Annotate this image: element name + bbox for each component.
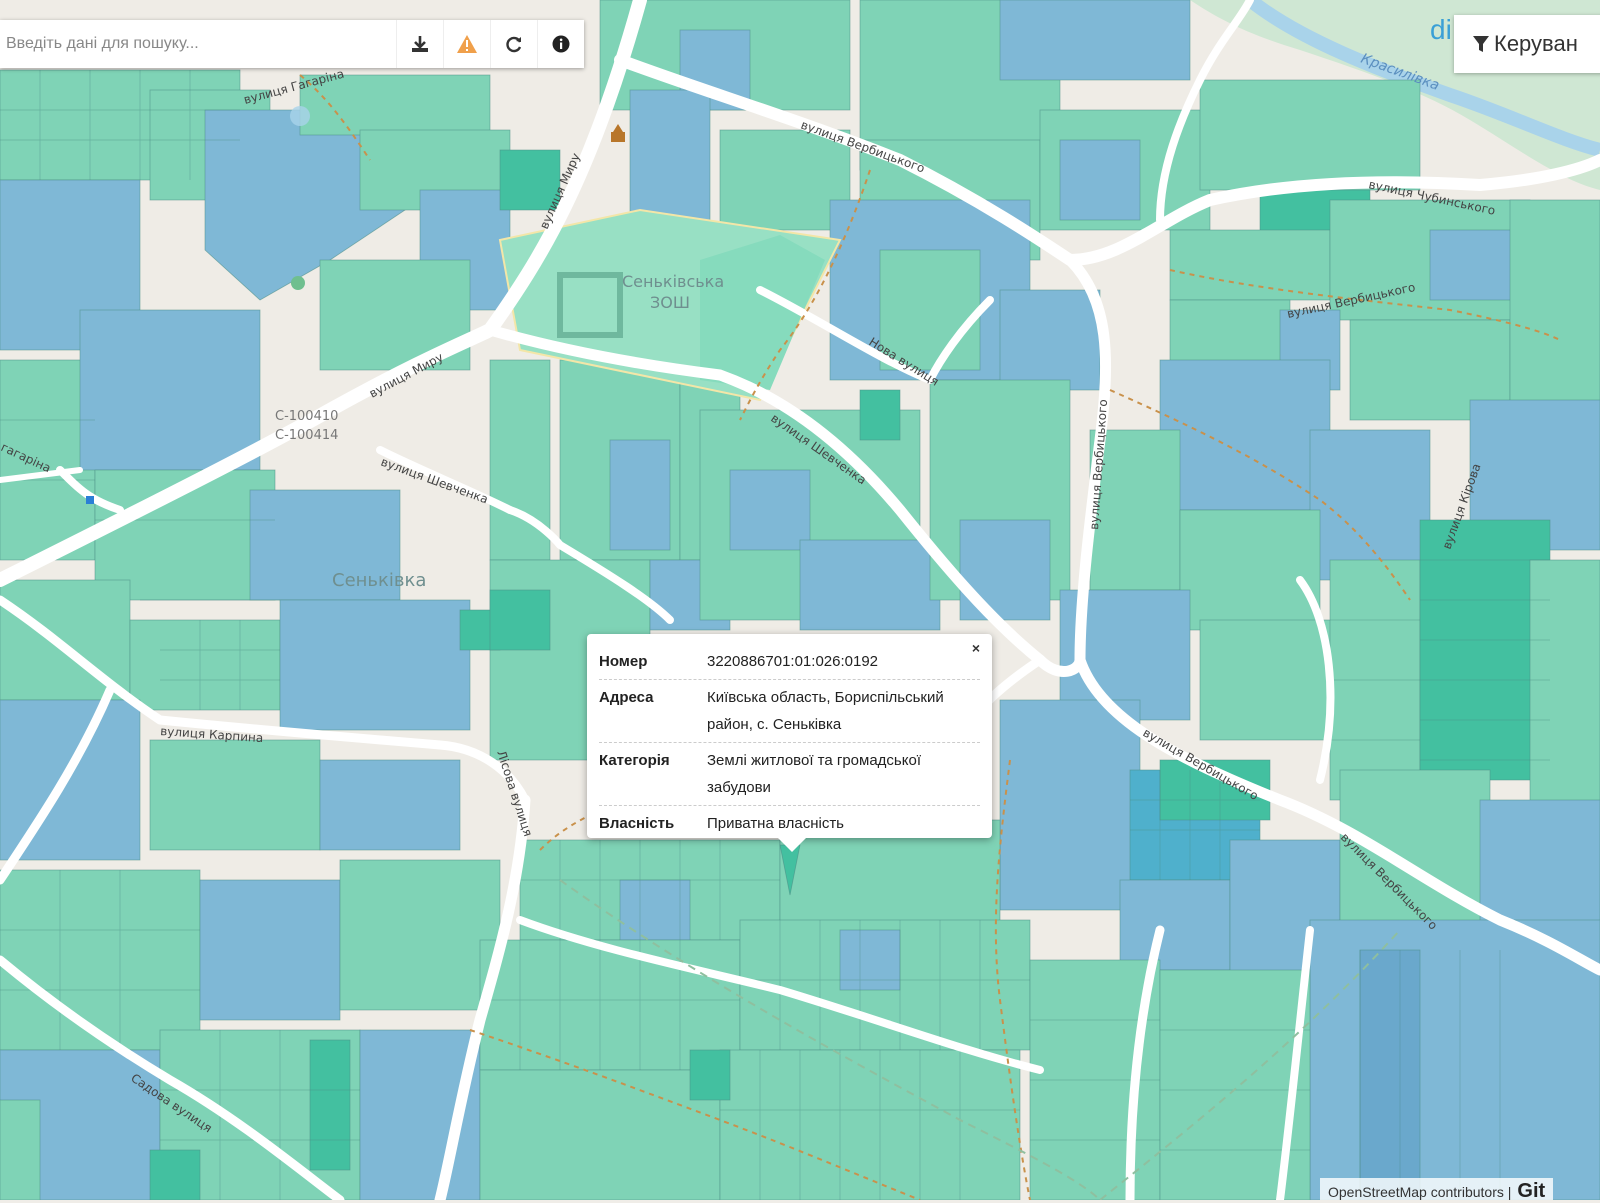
bus-stop-icon xyxy=(86,496,94,504)
search-input[interactable] xyxy=(0,21,396,67)
parcel-info-popup: × Номер 3220886701:01:026:0192 Адреса Ки… xyxy=(587,634,992,838)
refresh-button[interactable] xyxy=(490,20,537,68)
ref-label-1: С-100410 xyxy=(275,409,338,424)
control-panel-label: Керуван xyxy=(1494,31,1578,56)
attribution-brand: Git xyxy=(1517,1180,1546,1202)
place-label-school-1: Сеньківська xyxy=(622,272,724,291)
popup-key: Власність xyxy=(599,815,675,832)
map-attribution: OpenStreetMap contributors | Git xyxy=(1320,1178,1554,1202)
filter-icon xyxy=(1473,36,1489,52)
popup-value: Землі житлової та громадської забудови xyxy=(707,752,921,796)
popup-value: Київська область, Бориспільський район, … xyxy=(707,689,944,733)
popup-row-number: Номер 3220886701:01:026:0192 xyxy=(599,644,980,680)
popup-value: Приватна власність xyxy=(707,815,844,832)
place-label-senkivka: Сеньківка xyxy=(332,570,426,591)
download-icon xyxy=(412,36,428,52)
brand-logo: di xyxy=(1430,14,1452,45)
control-panel-button[interactable]: Керуван xyxy=(1454,15,1600,73)
popup-pointer xyxy=(778,838,806,852)
refresh-icon xyxy=(506,36,522,53)
pond-icon xyxy=(290,106,310,126)
popup-row-address: Адреса Київська область, Бориспільський … xyxy=(599,680,980,743)
cadastral-map[interactable]: Сеньківка Сеньківська ЗОШ С-100410 С-100… xyxy=(0,0,1600,1200)
popup-row-category: Категорія Землі житлової та громадської … xyxy=(599,743,980,806)
popup-row-ownership: Власність Приватна власність xyxy=(599,806,980,841)
info-icon xyxy=(552,35,570,53)
ref-label-2: С-100414 xyxy=(275,428,338,443)
place-label-school-2: ЗОШ xyxy=(650,293,690,312)
warning-button[interactable] xyxy=(443,20,490,68)
tree-icon xyxy=(291,276,305,290)
popup-key: Категорія xyxy=(599,752,670,769)
warning-icon xyxy=(457,35,477,53)
popup-value: 3220886701:01:026:0192 xyxy=(707,653,879,670)
popup-close-button[interactable]: × xyxy=(972,640,980,656)
download-button[interactable] xyxy=(396,20,443,68)
popup-key: Адреса xyxy=(599,689,654,706)
info-button[interactable] xyxy=(537,20,584,68)
search-toolbar xyxy=(0,20,584,68)
popup-key: Номер xyxy=(599,653,648,670)
attribution-link[interactable]: OpenStreetMap contributors | xyxy=(1328,1184,1511,1200)
